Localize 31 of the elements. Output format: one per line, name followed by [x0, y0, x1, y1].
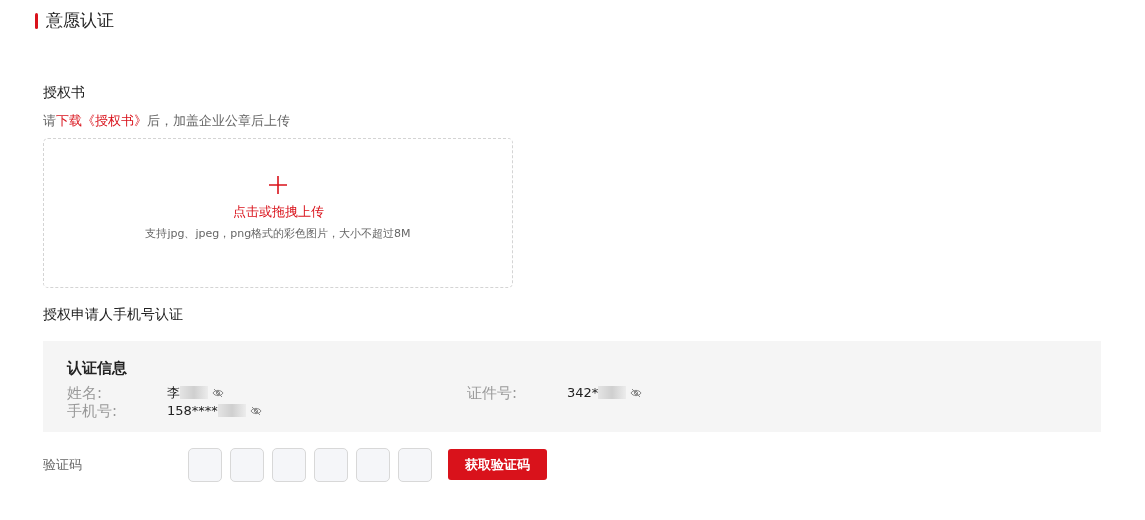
field-label: 验证码 — [43, 455, 83, 474]
title-accent-bar — [35, 12, 38, 29]
field-label: 证件号: — [467, 383, 519, 402]
instruction-text: 请下载《授权书》后，加盖企业公章后上传 — [43, 111, 291, 130]
code-input-box[interactable] — [356, 447, 390, 482]
blurred-mask — [180, 386, 208, 399]
field-value: 158**** — [167, 401, 218, 420]
section-label: 授权申请人手机号认证 — [43, 305, 184, 324]
blurred-mask — [598, 386, 627, 399]
code-input-box[interactable] — [272, 447, 306, 482]
code-input-box[interactable] — [230, 447, 264, 482]
panel-heading: 认证信息 — [67, 358, 128, 379]
field-label: 姓名: — [67, 383, 104, 402]
code-input-box[interactable] — [314, 447, 348, 482]
field-label: 授权书 — [43, 82, 86, 102]
field-value: 李 — [167, 383, 180, 402]
eye-slash-icon[interactable] — [212, 387, 224, 398]
section-title: 意愿认证 — [46, 9, 114, 32]
blurred-mask — [217, 404, 246, 417]
upload-note: 支持jpg、jpeg，png格式的彩色图片，大小不超过8M — [145, 225, 411, 242]
field-value: 342* — [567, 383, 599, 402]
field-label: 手机号: — [67, 401, 119, 420]
eye-slash-icon[interactable] — [249, 405, 262, 416]
upload-area[interactable]: 点击或拖拽上传 支持jpg、jpeg，png格式的彩色图片，大小不超过8M — [43, 138, 513, 288]
upload-action-text: 点击或拖拽上传 — [232, 203, 324, 221]
eye-slash-icon[interactable] — [630, 387, 643, 398]
plus-icon — [269, 176, 287, 194]
code-input-box[interactable] — [398, 447, 432, 482]
get-code-button[interactable]: 获取验证码 — [448, 448, 547, 481]
code-input-box[interactable] — [188, 447, 222, 482]
download-link[interactable]: 下载《授权书》 — [56, 112, 147, 128]
